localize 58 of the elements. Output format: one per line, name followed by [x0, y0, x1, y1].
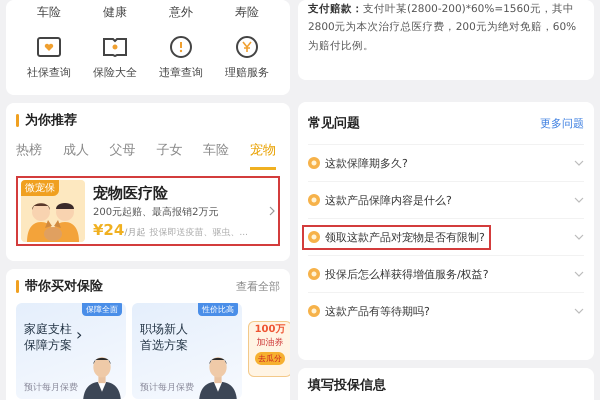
service-label[interactable]: 违章查询: [159, 65, 203, 80]
promo-amount: 100万: [254, 323, 286, 336]
category-label[interactable]: 健康: [103, 4, 127, 21]
section-title: 带你买对保险: [25, 278, 103, 295]
product-summary: 200元起赔、最高报销2万元: [93, 206, 220, 218]
plan-tag: 性价比高: [198, 303, 238, 316]
price-unit: /月起: [124, 226, 146, 238]
chevron-down-icon: [574, 234, 584, 240]
product-price: ¥24: [93, 220, 124, 238]
service-label[interactable]: 社保查询: [27, 65, 71, 80]
category-label[interactable]: 意外: [169, 4, 193, 21]
plan-chevron: ›: [76, 325, 82, 344]
faq-question[interactable]: 领取这款产品对宠物是否有限制?: [302, 224, 491, 250]
promo-coupon[interactable]: 100万 加油券 去瓜分: [248, 321, 290, 377]
plan-fee-label: 预计每月保费: [140, 382, 194, 394]
bullet-icon: [308, 194, 320, 206]
alert-icon: [168, 35, 194, 59]
view-all-link[interactable]: 查看全部: [236, 278, 280, 294]
plan-fee-label: 预计每月保费: [24, 382, 78, 394]
category-tab[interactable]: 车险: [203, 137, 230, 170]
plan-card[interactable]: 性价比高 职场新人 首选方案 预计每月保费: [132, 303, 242, 399]
service-label[interactable]: 保险大全: [93, 65, 137, 80]
faq-question[interactable]: 这款产品有等待期吗?: [302, 298, 436, 324]
faq-question[interactable]: 投保后怎么样获得增值服务/权益?: [302, 262, 495, 286]
bullet-icon: [308, 157, 320, 169]
category-tab[interactable]: 子女: [156, 137, 182, 170]
bullet-icon: [308, 231, 320, 243]
plan-tag: 保障全面: [82, 303, 122, 316]
section-title: 填写投保信息: [308, 377, 386, 394]
bullet-icon: [308, 305, 320, 317]
chevron-down-icon: [574, 197, 584, 203]
chevron-down-icon: [574, 160, 584, 166]
service-label[interactable]: 理赔服务: [225, 65, 269, 80]
chevron-down-icon: [574, 271, 584, 277]
heart-card-icon: [36, 35, 62, 59]
category-label[interactable]: 寿险: [235, 4, 259, 21]
product-card[interactable]: 微宠保 宠物医疗险 200元起赔、最高报销2万元 ¥24/月起 投保即送疫苗、驱虫、...: [16, 176, 280, 246]
bullet-icon: [308, 268, 320, 280]
section-title: 常见问题: [308, 115, 360, 132]
category-tab[interactable]: 成人: [62, 137, 89, 170]
product-perks: 投保即送疫苗、驱虫、...: [149, 226, 248, 238]
faq-question[interactable]: 这款产品保障内容是什么?: [302, 188, 458, 212]
yen-coin-icon: [234, 35, 260, 59]
category-label[interactable]: 车险: [37, 4, 61, 21]
plan-title: 家庭支柱 保障方案: [24, 321, 72, 354]
product-badge: 微宠保: [21, 180, 59, 196]
product-name: 宠物医疗险: [93, 184, 169, 202]
section-title: 为你推荐: [25, 112, 77, 129]
chevron-down-icon: [574, 308, 584, 314]
promo-name: 加油券: [256, 336, 284, 349]
category-tab[interactable]: 父母: [110, 137, 136, 170]
plan-title: 职场新人 首选方案: [140, 321, 188, 354]
claim-note: 支付赔款：支付叶某(2800-200)*60%=1560元，其中2800元为本次治疗总医疗费，200元为绝对免赔，60%为赔付比例。: [308, 2, 578, 54]
faq-question[interactable]: 这款保障期多久?: [302, 150, 414, 176]
more-questions-link[interactable]: 更多问题: [540, 116, 584, 130]
book-icon: [102, 35, 128, 59]
category-tab[interactable]: 热榜: [16, 137, 42, 170]
chevron-right-icon: [269, 206, 275, 216]
